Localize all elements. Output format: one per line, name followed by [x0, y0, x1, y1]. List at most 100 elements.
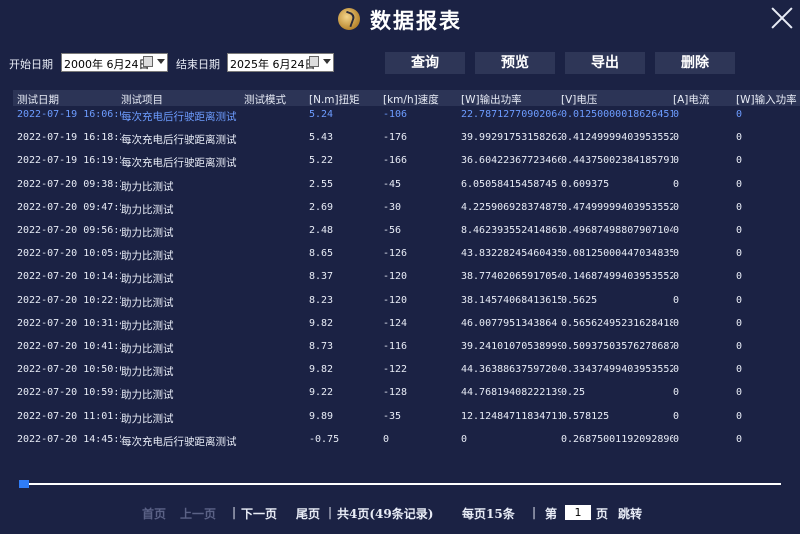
calendar-icon[interactable]: [309, 56, 319, 67]
table-cell: 8.65: [309, 248, 334, 260]
table-cell: 0: [673, 433, 680, 445]
table-row[interactable]: 2022-07-19 16:18:24 每次充电后行驶距离测试 5.43 -176 39…: [13, 130, 800, 150]
table-cell: 44.363886375972044: [461, 364, 561, 376]
goto-prefix-label: 第: [545, 507, 558, 521]
column-header[interactable]: 测试项目: [121, 92, 163, 107]
table-cell: 助力比测试: [121, 227, 174, 239]
chevron-down-icon[interactable]: [157, 59, 165, 64]
table-cell: 36.604223677234664: [461, 155, 561, 167]
table-cell: 9.82: [309, 317, 334, 329]
start-date-picker[interactable]: 2000年 6月24日: [61, 53, 168, 72]
table-row[interactable]: 2022-07-20 09:38:21 助力比测试 2.55 -45 6.0505841…: [13, 177, 800, 197]
table-cell: 助力比测试: [121, 273, 174, 286]
table-cell: 每次充电后行驶距离测试: [121, 134, 237, 147]
table-cell: 39.99291753158262: [461, 132, 561, 144]
table-row[interactable]: 2022-07-20 09:56:46 助力比测试 2.48 -56 8.4623935…: [13, 223, 800, 243]
table-cell: 0: [736, 317, 743, 329]
table-cell: -120: [383, 271, 408, 283]
column-header[interactable]: [N.m]扭矩: [309, 92, 360, 107]
table-cell: -128: [383, 387, 408, 399]
table-cell: 2.55: [309, 178, 334, 190]
column-header[interactable]: 测试日期: [17, 92, 59, 107]
table-row[interactable]: 2022-07-20 14:45:59 每次充电后行驶距离测试 -0.75 0 0 0.2…: [13, 432, 800, 452]
table-cell: 2022-07-20 09:38:21: [17, 178, 121, 190]
table-cell: 0: [736, 248, 743, 260]
table-cell: 0.012500000186264515: [561, 109, 673, 120]
table-cell: -106: [383, 109, 408, 120]
table-cell: 0.44375002384185791: [561, 155, 673, 167]
query-button[interactable]: 查询: [385, 52, 465, 74]
table-cell: 0: [736, 341, 743, 352]
calendar-icon[interactable]: [143, 56, 153, 67]
table-cell: 38.145740684136157: [461, 294, 561, 306]
table-row[interactable]: 2022-07-20 10:41:24 助力比测试 8.73 -116 39.24101…: [13, 339, 800, 359]
table-cell: 每次充电后行驶距离测试: [121, 435, 237, 448]
column-header[interactable]: [V]电压: [561, 92, 597, 107]
end-date-picker[interactable]: 2025年 6月24日: [227, 53, 334, 72]
chevron-down-icon[interactable]: [323, 59, 331, 64]
table-cell: 0.41249999403953552: [561, 132, 673, 144]
column-header[interactable]: [W]输入功率: [736, 92, 797, 107]
table-cell: 0.25: [561, 387, 586, 399]
table-row[interactable]: 2022-07-19 16:06:01 每次充电后行驶距离测试 5.24 -106 22…: [13, 107, 800, 127]
table-cell: 5.22: [309, 155, 334, 167]
jump-button[interactable]: 跳转: [618, 505, 642, 522]
table-cell: 4.2259069283748758: [461, 201, 561, 213]
page-number-input[interactable]: 1: [565, 505, 591, 520]
column-header[interactable]: 测试模式: [244, 92, 286, 107]
table-cell: 0: [736, 387, 743, 399]
table-cell: 0.5625: [561, 294, 598, 306]
table-cell: 2022-07-20 10:31:41: [17, 317, 121, 329]
table-cell: 0: [673, 364, 680, 376]
close-icon[interactable]: [770, 6, 794, 30]
next-page-button[interactable]: 下一页: [241, 505, 277, 522]
prev-page-button[interactable]: 上一页: [180, 505, 216, 522]
first-page-button[interactable]: 首页: [142, 505, 166, 522]
end-date-label: 结束日期: [176, 58, 220, 71]
page-summary: 共4页(49条记录): [337, 507, 434, 521]
table-row[interactable]: 2022-07-20 10:14:26 助力比测试 8.37 -120 38.77402…: [13, 269, 800, 289]
table-row[interactable]: 2022-07-20 11:01:33 助力比测试 9.89 -35 12.124847…: [13, 409, 800, 429]
horizontal-scrollbar[interactable]: [19, 480, 781, 488]
table-row[interactable]: 2022-07-20 10:50:05 助力比测试 9.82 -122 44.36388…: [13, 362, 800, 382]
end-date-value: 2025年 6月24日: [230, 58, 316, 71]
table-cell: 0.50937503576278687: [561, 341, 673, 352]
table-cell: -120: [383, 294, 408, 306]
table-cell: 助力比测试: [121, 203, 174, 216]
table-cell: 0: [673, 109, 680, 120]
scrollbar-thumb[interactable]: [19, 480, 29, 488]
table-cell: 0: [673, 155, 680, 167]
column-header[interactable]: [A]电流: [673, 92, 709, 107]
table-cell: -56: [383, 225, 402, 236]
table-row[interactable]: 2022-07-20 10:59:13 助力比测试 9.22 -128 44.76819…: [13, 385, 800, 405]
table-cell: 0: [673, 271, 680, 283]
delete-button[interactable]: 删除: [655, 52, 735, 74]
table-cell: 2022-07-20 10:59:13: [17, 387, 121, 399]
export-button[interactable]: 导出: [565, 52, 645, 74]
column-header[interactable]: [W]输出功率: [461, 92, 522, 107]
table-cell: 38.774020659170546: [461, 271, 561, 283]
table-cell: 助力比测试: [121, 389, 174, 402]
column-header[interactable]: [km/h]速度: [383, 92, 439, 107]
table-cell: 0: [736, 132, 743, 144]
table-cell: 0.47499999403953552: [561, 201, 673, 213]
scrollbar-track[interactable]: [19, 483, 781, 485]
table-cell: 0.56562495231628418: [561, 317, 673, 329]
table-cell: 0.14687499403953552: [561, 271, 673, 283]
table-cell: 0: [736, 201, 743, 213]
table-cell: 9.22: [309, 387, 334, 399]
last-page-button[interactable]: 尾页: [296, 505, 320, 522]
table-header: 测试日期 测试项目 测试模式 [N.m]扭矩 [km/h]速度 [W]输出功率 [V]电压 […: [13, 90, 800, 106]
preview-button[interactable]: 预览: [475, 52, 555, 74]
table-cell: 0.33437499403953552: [561, 364, 673, 376]
app-logo-icon: [338, 8, 360, 30]
table-row[interactable]: 2022-07-20 10:31:41 助力比测试 9.82 -124 46.00779…: [13, 316, 800, 336]
table-row[interactable]: 2022-07-19 16:19:58 每次充电后行驶距离测试 5.22 -166 36…: [13, 153, 800, 173]
pager-divider: |: [328, 505, 333, 519]
table-row[interactable]: 2022-07-20 09:47:58 助力比测试 2.69 -30 4.2259069…: [13, 200, 800, 220]
table-row[interactable]: 2022-07-20 10:05:46 助力比测试 8.65 -126 43.83228…: [13, 246, 800, 266]
table-cell: 12.124847118347118: [461, 410, 561, 422]
table-cell: 0: [383, 433, 390, 445]
table-row[interactable]: 2022-07-20 10:22:58 助力比测试 8.23 -120 38.14574…: [13, 293, 800, 313]
table-cell: 0: [736, 433, 743, 445]
